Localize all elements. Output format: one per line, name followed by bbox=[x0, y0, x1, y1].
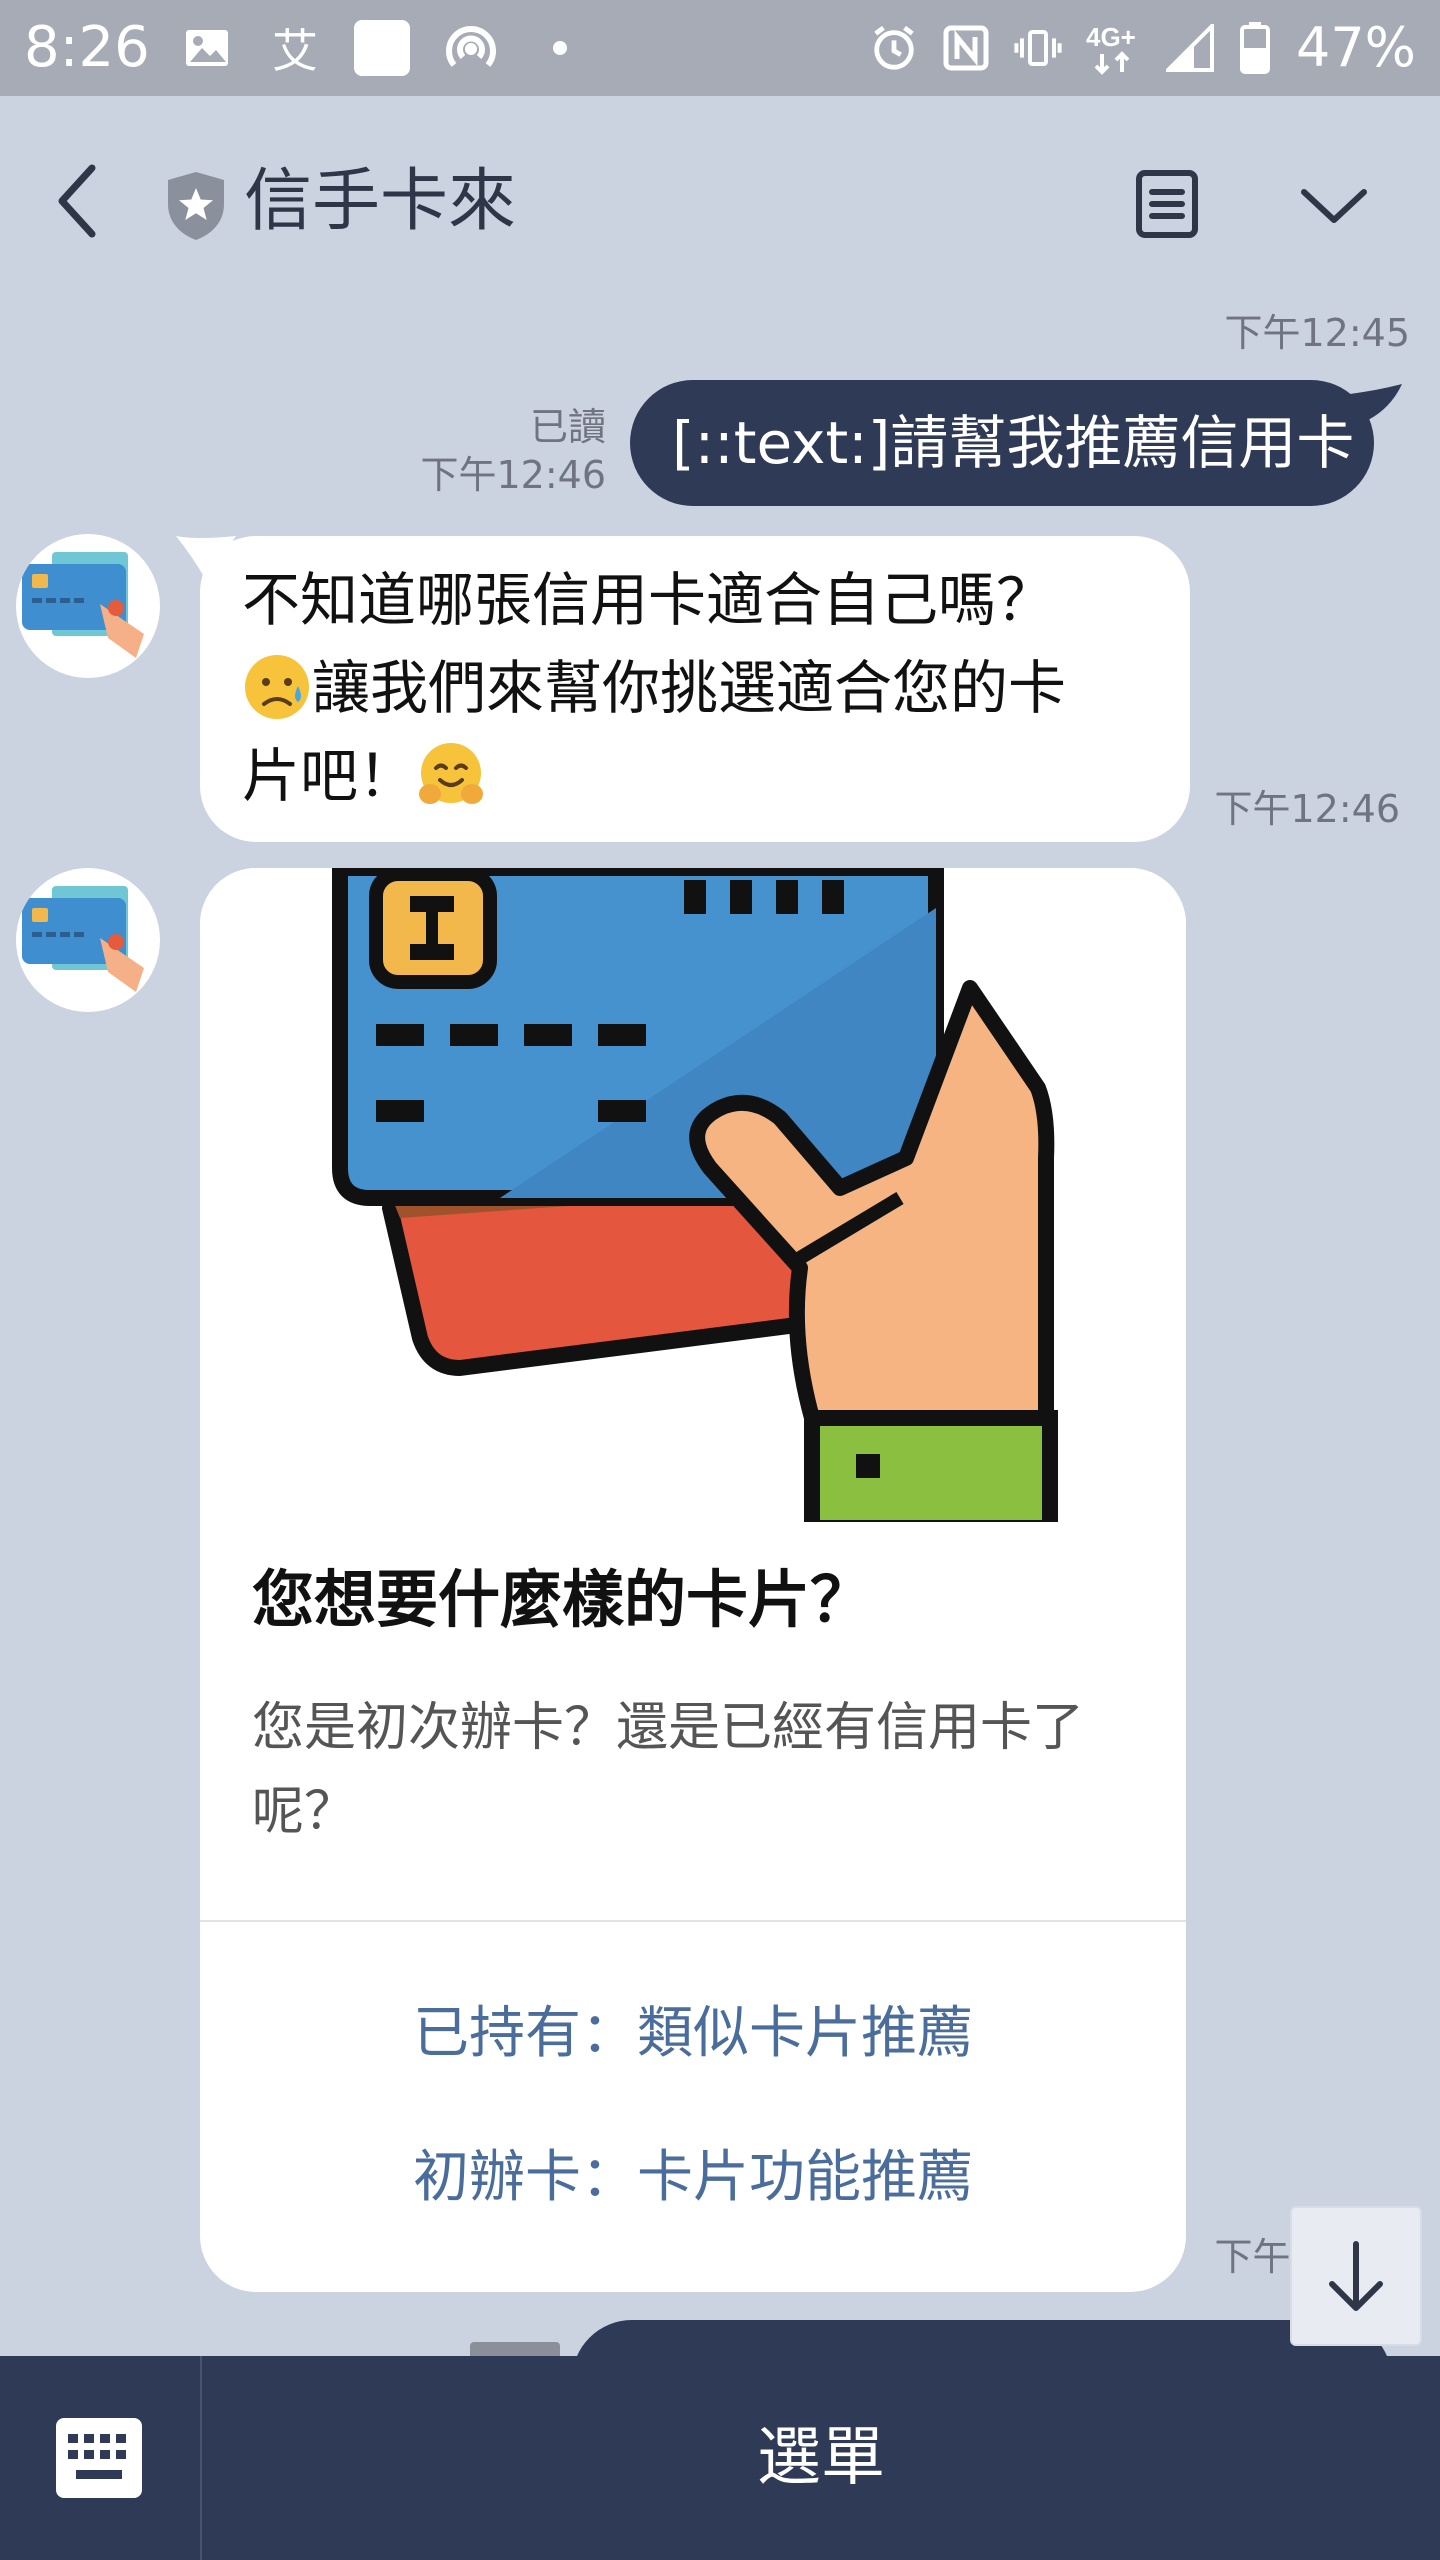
rich-menu-toggle[interactable]: 選單 bbox=[202, 2356, 1440, 2560]
flex-card: 您想要什麼樣的卡片？ 您是初次辦卡？還是已經有信用卡了呢？ 已持有：類似卡片推薦… bbox=[200, 868, 1186, 2292]
battery-percent: 47% bbox=[1295, 16, 1416, 79]
bottom-bar: 選單 bbox=[0, 2356, 1440, 2560]
back-button[interactable] bbox=[48, 158, 108, 244]
message-timestamp: 下午12:46 bbox=[420, 453, 606, 497]
svg-text:4G+: 4G+ bbox=[1086, 22, 1136, 52]
dot-icon bbox=[550, 20, 570, 76]
arrow-down-icon bbox=[1329, 2241, 1383, 2311]
hand-holding-credit-card-icon bbox=[200, 868, 1186, 1522]
nfc-icon bbox=[942, 24, 990, 72]
notes-button[interactable] bbox=[1134, 168, 1200, 240]
message-timestamp: 下午12:45 bbox=[1224, 311, 1410, 355]
action-first-card-button[interactable]: 初辦卡：卡片功能推薦 bbox=[200, 2138, 1186, 2218]
scroll-to-bottom-button[interactable] bbox=[1290, 2206, 1422, 2346]
battery-icon bbox=[1238, 22, 1272, 74]
vibrate-icon bbox=[1014, 24, 1062, 72]
divider bbox=[200, 1920, 1186, 1922]
worried-face-emoji-icon bbox=[242, 652, 312, 722]
message-line: 讓我們來幫你挑選適合您的卡 bbox=[242, 644, 1150, 732]
square-app-icon bbox=[352, 20, 412, 76]
incoming-message[interactable]: 不知道哪張信用卡適合自己嗎？ 讓我們來幫你挑選適合您的卡 片吧！ bbox=[200, 536, 1190, 842]
alarm-icon bbox=[870, 24, 918, 72]
chat-header: 信手卡來 bbox=[0, 96, 1440, 316]
4g-plus-icon: 4G+ bbox=[1086, 22, 1142, 75]
read-receipt: 已讀 bbox=[529, 405, 606, 449]
ai-char-icon: 艾 bbox=[272, 24, 318, 78]
chat-title: 信手卡來 bbox=[244, 162, 517, 241]
notes-icon bbox=[1136, 170, 1198, 238]
chevron-left-icon bbox=[58, 164, 96, 238]
chevron-down-icon bbox=[1301, 189, 1367, 223]
card-title: 您想要什麼樣的卡片？ bbox=[252, 1563, 873, 1636]
hotspot-icon bbox=[444, 20, 498, 76]
status-bar: 8:26 艾 4G+ 47% bbox=[0, 0, 1440, 96]
keyboard-icon bbox=[56, 2418, 142, 2498]
keyboard-button[interactable] bbox=[54, 2416, 144, 2500]
message-text: 讓我們來幫你挑選適合您的卡 bbox=[312, 654, 1067, 722]
credit-card-avatar-icon bbox=[22, 552, 144, 658]
bot-avatar[interactable] bbox=[16, 534, 160, 678]
message-text: 片吧！ bbox=[242, 742, 417, 810]
message-line: 片吧！ bbox=[242, 732, 1150, 820]
signal-icon bbox=[1165, 24, 1214, 72]
message-line: 不知道哪張信用卡適合自己嗎？ bbox=[242, 566, 1055, 634]
message-timestamp: 下午12:46 bbox=[1214, 787, 1400, 831]
shield-star-icon bbox=[164, 170, 228, 242]
hugging-face-emoji-icon bbox=[416, 740, 486, 810]
bot-avatar[interactable] bbox=[16, 868, 160, 1012]
card-description: 您是初次辦卡？還是已經有信用卡了呢？ bbox=[252, 1698, 1085, 1842]
status-time: 8:26 bbox=[24, 15, 150, 80]
action-existing-card-button[interactable]: 已持有：類似卡片推薦 bbox=[200, 1994, 1186, 2074]
outgoing-message[interactable]: [::text:]請幫我推薦信用卡 bbox=[630, 380, 1374, 506]
credit-card-avatar-icon bbox=[22, 886, 144, 992]
image-icon bbox=[182, 20, 232, 76]
expand-button[interactable] bbox=[1296, 182, 1372, 230]
